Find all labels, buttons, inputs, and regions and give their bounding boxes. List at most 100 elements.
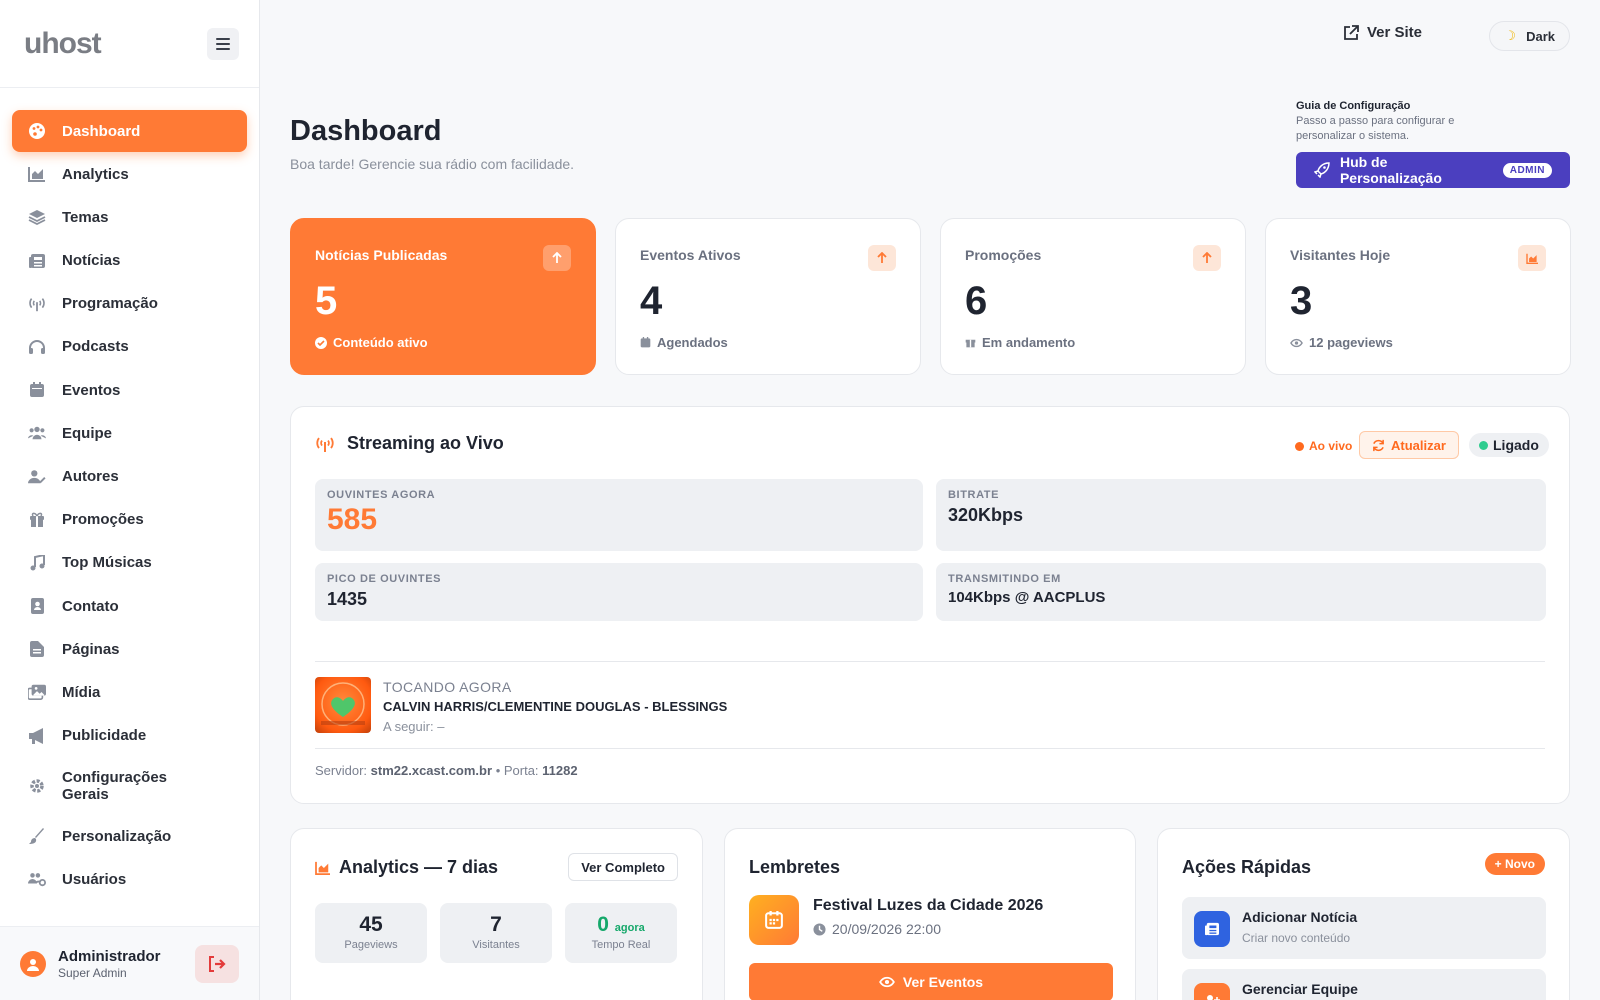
sidebar-item-podcasts[interactable]: Podcasts bbox=[12, 326, 247, 368]
sidebar-item-promocoes[interactable]: Promoções bbox=[12, 499, 247, 541]
hub-personalizacao-button[interactable]: Hub de Personalização ADMIN bbox=[1296, 152, 1570, 188]
metric-label: BITRATE bbox=[948, 489, 1000, 501]
brand-logo[interactable]: uhost bbox=[24, 27, 102, 61]
quick-action-title: Gerenciar Equipe bbox=[1242, 981, 1358, 997]
sidebar-item-autores[interactable]: Autores bbox=[12, 456, 247, 498]
topbar: Ver Site ☽ Dark bbox=[260, 0, 1600, 70]
sidebar-item-label: Podcasts bbox=[62, 338, 129, 356]
palette-icon bbox=[28, 122, 46, 140]
stat-card-visitantes[interactable]: Visitantes Hoje 3 12 pageviews bbox=[1265, 218, 1571, 375]
sidebar-item-paginas[interactable]: Páginas bbox=[12, 628, 247, 670]
theme-toggle-button[interactable]: ☽ Dark bbox=[1489, 21, 1570, 51]
sidebar-header: uhost bbox=[0, 0, 259, 88]
sidebar-item-temas[interactable]: Temas bbox=[12, 196, 247, 238]
sidebar-item-contato[interactable]: Contato bbox=[12, 585, 247, 627]
calendar-icon bbox=[640, 337, 651, 348]
sidebar-item-top-musicas[interactable]: Top Músicas bbox=[12, 542, 247, 584]
server-info: Servidor: stm22.xcast.com.br • Porta: 11… bbox=[315, 763, 578, 778]
live-indicator: Ao vivo bbox=[1295, 439, 1352, 453]
album-cover bbox=[315, 677, 371, 733]
eye-icon bbox=[1290, 338, 1303, 347]
sign-out-icon bbox=[209, 955, 226, 972]
stat-card-noticias[interactable]: Notícias Publicadas 5 Conteúdo ativo bbox=[290, 218, 596, 375]
music-icon bbox=[28, 554, 46, 572]
live-dot-icon bbox=[1295, 441, 1304, 451]
sidebar-item-label: Top Músicas bbox=[62, 554, 152, 572]
sidebar-item-programacao[interactable]: Programação bbox=[12, 283, 247, 325]
refresh-label: Atualizar bbox=[1391, 437, 1446, 453]
chart-area-icon bbox=[28, 165, 46, 183]
stat-badge bbox=[868, 245, 896, 271]
user-plus-icon bbox=[1194, 983, 1230, 1000]
event-icon-tile bbox=[749, 895, 799, 945]
sidebar-item-personalizacao[interactable]: Personalização bbox=[12, 815, 247, 857]
address-book-icon bbox=[28, 597, 46, 615]
sidebar-item-dashboard[interactable]: Dashboard bbox=[12, 110, 247, 152]
sidebar-item-configuracoes[interactable]: Configurações Gerais bbox=[12, 758, 247, 814]
sidebar-item-eventos[interactable]: Eventos bbox=[12, 369, 247, 411]
sidebar-item-label: Mídia bbox=[62, 683, 101, 701]
pageviews-label: Pageviews bbox=[344, 939, 398, 951]
stat-value: 3 bbox=[1290, 279, 1313, 323]
new-button[interactable]: + Novo bbox=[1484, 853, 1545, 875]
brush-icon bbox=[28, 827, 46, 845]
sidebar: uhost Dashboard Analytics Temas Notícias… bbox=[0, 0, 260, 1000]
sidebar-item-usuarios[interactable]: Usuários bbox=[12, 858, 247, 900]
broadcast-tower-icon bbox=[28, 295, 46, 313]
refresh-button[interactable]: Atualizar bbox=[1359, 431, 1459, 459]
stat-footer-text: Agendados bbox=[657, 335, 728, 350]
logout-button[interactable] bbox=[195, 944, 239, 983]
rocket-icon bbox=[1314, 162, 1330, 178]
quick-action-manage-team[interactable]: Gerenciar Equipe bbox=[1182, 969, 1546, 1000]
sidebar-item-label: Páginas bbox=[62, 640, 120, 658]
sidebar-item-label: Configurações Gerais bbox=[62, 768, 168, 803]
sidebar-item-label: Temas bbox=[62, 208, 109, 226]
sidebar-item-label: Eventos bbox=[62, 381, 121, 399]
analytics-pageviews: 45 Pageviews bbox=[315, 903, 427, 963]
now-playing-label: TOCANDO AGORA bbox=[383, 679, 512, 695]
sidebar-item-label: Promoções bbox=[62, 511, 144, 529]
gift-icon bbox=[28, 511, 46, 529]
quick-action-add-news[interactable]: Adicionar Notícia Criar novo conteúdo bbox=[1182, 897, 1546, 959]
realtime-value-row: 0 agora bbox=[565, 913, 677, 937]
ver-site-link[interactable]: Ver Site bbox=[1343, 24, 1422, 41]
event-date-text: 20/09/2026 22:00 bbox=[832, 921, 941, 937]
divider bbox=[315, 748, 1545, 749]
quick-action-subtitle: Criar novo conteúdo bbox=[1242, 931, 1351, 945]
analytics-title: Analytics — 7 dias bbox=[339, 857, 499, 877]
metric-value: 1435 bbox=[327, 589, 368, 609]
users-icon bbox=[28, 424, 46, 442]
reminders-title: Lembretes bbox=[749, 857, 841, 877]
analytics-visitors: 7 Visitantes bbox=[440, 903, 552, 963]
eye-icon bbox=[879, 976, 895, 988]
sidebar-item-midia[interactable]: Mídia bbox=[12, 671, 247, 713]
stat-footer: 12 pageviews bbox=[1290, 335, 1546, 350]
quick-actions-title: Ações Rápidas bbox=[1182, 857, 1312, 877]
user-role: Super Admin bbox=[58, 965, 127, 980]
bullhorn-icon bbox=[28, 727, 46, 745]
sidebar-item-label: Personalização bbox=[62, 827, 172, 845]
calendar-icon bbox=[28, 381, 46, 399]
sidebar-item-publicidade[interactable]: Publicidade bbox=[12, 715, 247, 757]
sidebar-nav: Dashboard Analytics Temas Notícias Progr… bbox=[0, 88, 259, 900]
realtime-value: 0 bbox=[597, 913, 609, 936]
menu-toggle-button[interactable] bbox=[207, 27, 239, 60]
layers-icon bbox=[28, 208, 46, 226]
sidebar-item-analytics[interactable]: Analytics bbox=[12, 153, 247, 195]
next-track: A seguir: – bbox=[383, 719, 445, 734]
images-icon bbox=[28, 683, 46, 701]
event-title[interactable]: Festival Luzes da Cidade 2026 bbox=[813, 897, 1043, 915]
sidebar-item-equipe[interactable]: Equipe bbox=[12, 412, 247, 454]
server-value: stm22.xcast.com.br bbox=[370, 763, 493, 778]
stat-footer-text: Em andamento bbox=[982, 335, 1076, 350]
sidebar-item-noticias[interactable]: Notícias bbox=[12, 240, 247, 282]
stat-card-eventos[interactable]: Eventos Ativos 4 Agendados bbox=[615, 218, 921, 375]
analytics-realtime: 0 agora Tempo Real bbox=[565, 903, 677, 963]
avatar[interactable] bbox=[20, 950, 46, 977]
ver-completo-button[interactable]: Ver Completo bbox=[568, 853, 678, 881]
ver-eventos-button[interactable]: Ver Eventos bbox=[749, 963, 1113, 1000]
ver-site-label: Ver Site bbox=[1366, 24, 1422, 41]
stat-card-promocoes[interactable]: Promoções 6 Em andamento bbox=[940, 218, 1246, 375]
stat-badge bbox=[1193, 245, 1221, 271]
stat-value: 4 bbox=[640, 279, 663, 323]
